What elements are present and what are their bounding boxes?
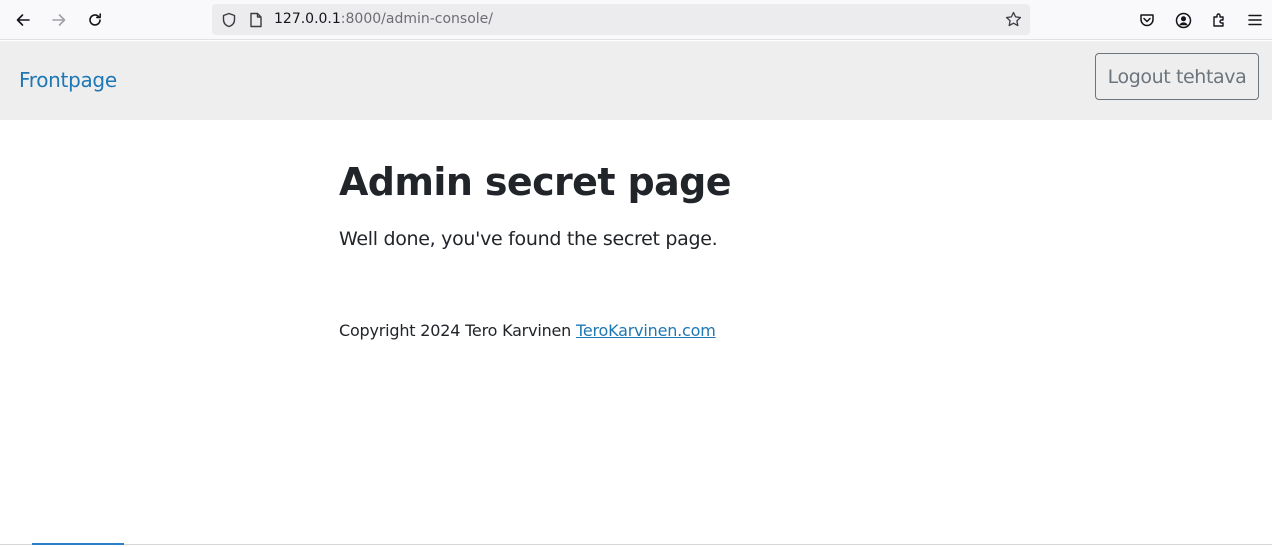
logout-button[interactable]: Logout tehtava bbox=[1095, 53, 1259, 100]
back-icon bbox=[16, 14, 30, 26]
account-icon bbox=[1175, 12, 1191, 28]
copyright-text: Copyright 2024 Tero Karvinen bbox=[339, 321, 572, 340]
page-title: Admin secret page bbox=[339, 160, 732, 204]
url-path: :8000/admin-console/ bbox=[340, 11, 493, 27]
page-icon bbox=[250, 12, 262, 28]
forward-button[interactable] bbox=[45, 6, 73, 34]
pocket-icon bbox=[1140, 14, 1154, 27]
url-host: 127.0.0.1 bbox=[274, 11, 341, 27]
extensions-icon bbox=[1213, 13, 1224, 27]
site-navbar: Frontpage Logout tehtava bbox=[0, 41, 1272, 120]
pocket-button[interactable] bbox=[1133, 6, 1161, 34]
shield-icon[interactable] bbox=[221, 12, 237, 28]
terokarvinen-link[interactable]: TeroKarvinen.com bbox=[576, 321, 716, 340]
intro-text: Well done, you've found the secret page. bbox=[339, 228, 718, 250]
bookmark-star-icon[interactable] bbox=[1005, 11, 1022, 28]
url-text[interactable]: 127.0.0.1:8000/admin-console/ bbox=[274, 4, 493, 35]
frontpage-link[interactable]: Frontpage bbox=[19, 68, 117, 92]
forward-icon bbox=[52, 14, 66, 26]
account-button[interactable] bbox=[1169, 6, 1197, 34]
bottom-divider bbox=[0, 544, 1272, 545]
reload-button[interactable] bbox=[81, 6, 109, 34]
footer: Copyright 2024 Tero Karvinen TeroKarvine… bbox=[339, 321, 716, 340]
menu-button[interactable] bbox=[1241, 6, 1269, 34]
browser-toolbar: 127.0.0.1:8000/admin-console/ bbox=[0, 0, 1272, 40]
menu-icon bbox=[1248, 14, 1262, 26]
back-button[interactable] bbox=[9, 6, 37, 34]
bottom-accent-bar bbox=[32, 543, 124, 545]
extensions-button[interactable] bbox=[1205, 6, 1233, 34]
reload-icon bbox=[89, 13, 101, 26]
url-bar[interactable]: 127.0.0.1:8000/admin-console/ bbox=[212, 4, 1030, 35]
